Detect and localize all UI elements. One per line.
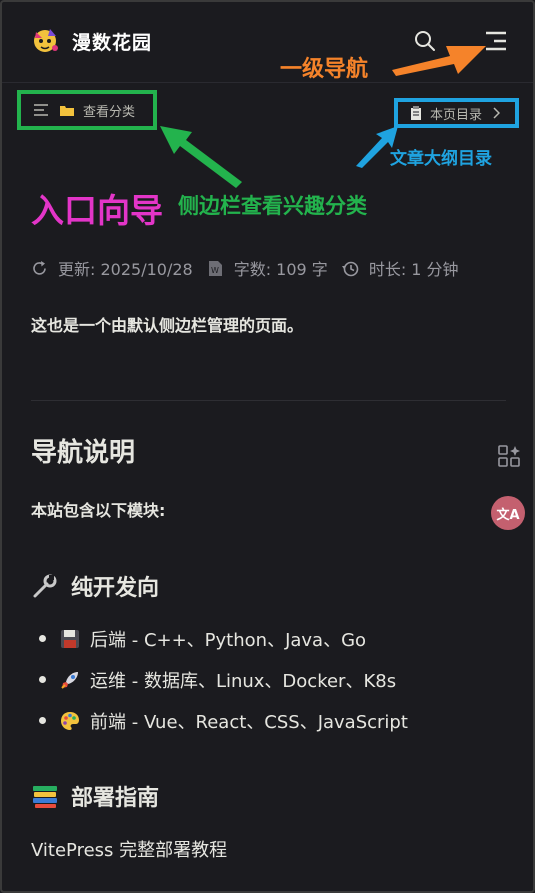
annotation-entry-guide: 入口向导 (31, 191, 163, 230)
books-icon (33, 786, 57, 808)
refresh-icon (33, 260, 46, 275)
site-title[interactable]: 漫数花园 (72, 28, 152, 55)
view-category-label: 查看分类 (83, 104, 136, 120)
clipboard-icon (411, 106, 421, 120)
word-document-icon: W (208, 260, 222, 276)
reading-time-text: 时长: 1 分钟 (368, 260, 459, 279)
intro-paragraph: 这也是一个由默认侧边栏管理的页面。 (31, 316, 304, 335)
bullet (39, 717, 46, 724)
word-count-text: 字数: 109 字 (233, 260, 328, 279)
floppy-disk-icon (61, 629, 79, 648)
rocket-icon (61, 671, 78, 689)
history-clock-icon (341, 261, 359, 276)
annotation-primary-nav: 一级导航 (280, 57, 369, 82)
annotation-arrow-green (160, 126, 242, 188)
bullet (39, 635, 46, 642)
palette-icon (61, 711, 79, 730)
deploy-guide-text: VitePress 完整部署教程 (31, 840, 228, 861)
list-item-text: 运维 - 数据库、Linux、Docker、K8s (90, 670, 397, 692)
dev-topic-list: 后端 - C++、Python、Java、Go 运维 - 数据库、Linux、D… (31, 618, 408, 741)
modules-intro: 本站包含以下模块: (31, 501, 166, 520)
svg-text:W: W (211, 266, 219, 275)
page-outline-button[interactable]: 本页目录 (394, 98, 519, 128)
list-item: 前端 - Vue、React、CSS、JavaScript (31, 700, 408, 741)
section-deploy-title: 部署指南 (71, 786, 160, 811)
section-heading-navigation: 导航说明 (31, 438, 136, 468)
section-heading-dev: 纯开发向 (31, 570, 159, 602)
list-item: 后端 - C++、Python、Java、Go (31, 618, 408, 659)
annotation-sidebar-hint: 侧边栏查看兴趣分类 (178, 194, 367, 218)
section-heading-deploy: 部署指南 (31, 780, 159, 812)
page-outline-label: 本页目录 (430, 107, 483, 123)
annotation-arrow-orange (392, 46, 486, 76)
translate-icon-label: 文A (496, 507, 520, 523)
list-item: 运维 - 数据库、Linux、Docker、K8s (31, 659, 408, 700)
list-item-text: 后端 - C++、Python、Java、Go (90, 629, 367, 651)
apps-add-icon[interactable] (498, 445, 520, 467)
chevron-right-icon (493, 107, 501, 119)
mascot-logo-icon[interactable] (30, 24, 62, 56)
wrench-icon (33, 574, 57, 598)
list-item-text: 前端 - Vue、React、CSS、JavaScript (90, 711, 408, 733)
bullet (39, 676, 46, 683)
translate-button[interactable]: 文A (491, 496, 525, 530)
navbar-divider (0, 82, 535, 83)
list-icon (34, 104, 48, 116)
content-divider (31, 400, 506, 401)
view-category-button[interactable]: 查看分类 (17, 90, 157, 130)
section-dev-title: 纯开发向 (71, 576, 160, 601)
folder-icon (60, 106, 74, 116)
updated-text: 更新: 2025/10/28 (58, 260, 193, 279)
annotation-outline: 文章大纲目录 (390, 149, 492, 169)
page-meta: 更新: 2025/10/28 W 字数: 109 字 时长: 1 分钟 (31, 256, 459, 280)
